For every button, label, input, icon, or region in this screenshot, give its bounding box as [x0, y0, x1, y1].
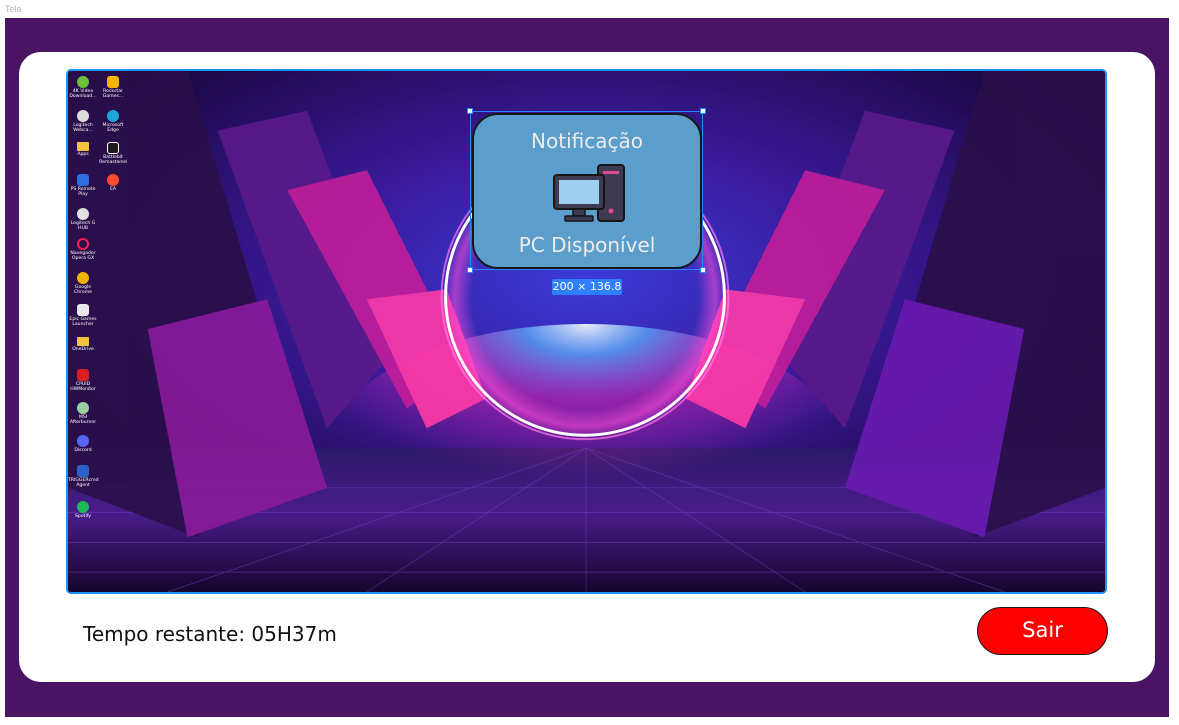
desktop-icon[interactable]: Google Chrome [68, 272, 98, 296]
resize-handle-bottom-left[interactable] [467, 267, 473, 273]
desktop-icon[interactable]: CPUID HWMonitor [68, 369, 98, 393]
frame-label: Tela [5, 4, 22, 14]
webcam-icon [77, 110, 89, 122]
desktop-icon-grid: 4K Video Download... Rockstar Games... L… [68, 73, 132, 543]
folder-icon [77, 337, 89, 346]
desktop-icon[interactable]: MSI Afterburner [68, 402, 98, 426]
desktop-icon[interactable]: TRIGGERcmd Agent [68, 465, 98, 489]
chrome-icon [77, 272, 89, 284]
resize-handle-top-left[interactable] [467, 108, 473, 114]
desktop-icon[interactable]: OneDrive [68, 337, 98, 352]
spotify-icon [77, 501, 89, 513]
desktop-icon[interactable]: Apps [68, 142, 98, 157]
desktop-icon[interactable]: Logitech Webca... [68, 110, 98, 134]
folder-icon [77, 142, 89, 151]
opera-gx-icon [77, 238, 89, 250]
rockstar-icon [107, 76, 119, 88]
afterburner-icon [77, 402, 89, 414]
hwmonitor-icon [77, 369, 89, 381]
desktop-icon[interactable]: EA [98, 174, 128, 192]
desktop-icon[interactable]: Epic Games Launcher [68, 304, 98, 328]
desktop-icon[interactable]: Discord [68, 435, 98, 453]
discord-icon [77, 435, 89, 447]
dimension-badge: 200 × 136.8 [552, 279, 622, 295]
desktop-icon[interactable]: Rockstar Games... [98, 76, 128, 100]
ghub-icon [77, 208, 89, 220]
desktop-icon[interactable]: Navegador Opera GX [68, 238, 98, 262]
desktop-icon[interactable]: Spotify [68, 501, 98, 519]
edge-icon [107, 110, 119, 122]
battlebit-icon [107, 142, 119, 154]
ps-remote-icon [77, 174, 89, 186]
epic-games-icon [77, 304, 89, 316]
exit-button[interactable]: Sair [977, 607, 1108, 655]
desktop-icon[interactable]: Logitech G HUB [68, 208, 98, 232]
selection-box [470, 111, 703, 270]
desktop-icon[interactable]: Microsoft Edge [98, 110, 128, 134]
resize-handle-bottom-right[interactable] [700, 267, 706, 273]
downloader-icon [77, 76, 89, 88]
desktop-icon[interactable]: PS Remote Play [68, 174, 98, 198]
desktop-icon[interactable]: Battlebit Remastered [98, 142, 128, 166]
desktop-icon[interactable]: 4K Video Download... [68, 76, 98, 100]
time-remaining-label: Tempo restante: 05H37m [83, 622, 337, 646]
triggercmd-icon [77, 465, 89, 477]
ea-icon [107, 174, 119, 186]
resize-handle-top-right[interactable] [700, 108, 706, 114]
